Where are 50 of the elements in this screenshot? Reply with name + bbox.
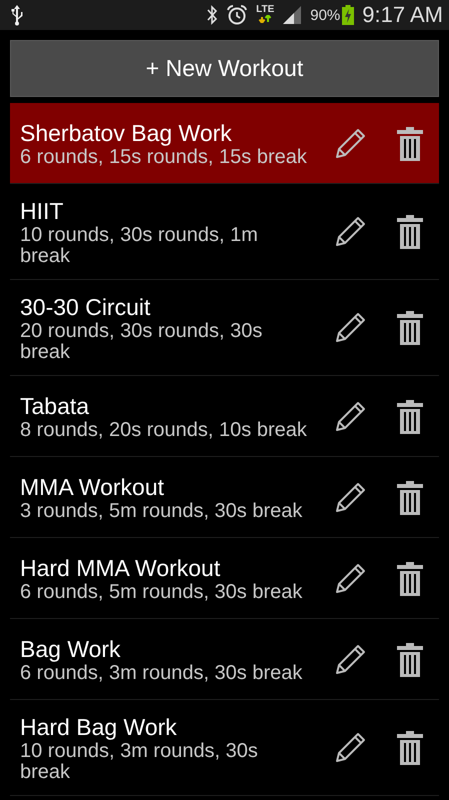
workout-row[interactable]: Bag Work 6 rounds, 3m rounds, 30s break [10,619,439,700]
trash-icon[interactable] [397,480,423,514]
battery-charging-icon [342,5,354,25]
workout-summary: 8 rounds, 20s rounds, 10s break [20,420,308,441]
workout-name: Tabata [20,392,90,420]
workout-name: Bag Work [20,635,122,663]
workout-row[interactable]: Sherbatov Bag Work 6 rounds, 15s rounds, 15s break [10,103,439,184]
data-arrows-icon [258,15,272,23]
bluetooth-icon [206,5,218,25]
edit-pencil-icon[interactable] [333,215,367,249]
workout-summary: 6 rounds, 5m rounds, 30s break [20,582,304,603]
trash-icon[interactable] [397,562,423,596]
battery-percent: 90% [310,6,340,24]
edit-pencil-icon[interactable] [333,731,367,765]
workout-summary: 3 rounds, 5m rounds, 30s break [20,501,304,522]
trash-icon[interactable] [397,215,423,249]
trash-icon[interactable] [397,400,423,434]
workout-name: Hard MMA Workout [20,554,222,582]
workout-row[interactable]: Hard Bag Work 10 rounds, 3m rounds, 30s break [10,700,439,796]
signal-icon [282,5,302,25]
edit-pencil-icon[interactable] [333,126,367,160]
workout-row[interactable]: 30-30 Circuit 20 rounds, 30s rounds, 30s break [10,280,439,376]
workout-row[interactable]: HIIT 10 rounds, 30s rounds, 1m break [10,184,439,280]
workout-summary: 6 rounds, 3m rounds, 30s break [20,663,304,684]
workout-summary: 6 rounds, 15s rounds, 15s break [20,147,308,168]
workout-summary: 10 rounds, 30s rounds, 1m break [20,225,259,267]
workout-name: Sherbatov Bag Work [20,119,233,147]
trash-icon[interactable] [397,642,423,676]
workout-name: MMA Workout [20,473,165,501]
edit-pencil-icon[interactable] [333,311,367,345]
clock-time: 9:17 AM [362,2,443,28]
alarm-clock-icon [226,4,248,26]
trash-icon[interactable] [397,731,423,765]
workout-row[interactable]: Hard MMA Workout 6 rounds, 5m rounds, 30s break [10,538,439,619]
edit-pencil-icon[interactable] [333,642,367,676]
workout-row[interactable]: MMA Workout 3 rounds, 5m rounds, 30s break [10,457,439,538]
workout-name: 30-30 Circuit [20,293,152,321]
network-type: LTE [256,5,274,15]
workout-name: Hard Bag Work [20,713,178,741]
workout-name: HIIT [20,197,64,225]
new-workout-button[interactable]: + New Workout [10,40,439,97]
trash-icon[interactable] [397,311,423,345]
trash-icon[interactable] [397,126,423,160]
edit-pencil-icon[interactable] [333,480,367,514]
workout-row[interactable]: Tabata 8 rounds, 20s rounds, 10s break [10,376,439,457]
edit-pencil-icon[interactable] [333,562,367,596]
usb-icon [10,4,24,26]
workout-summary: 10 rounds, 3m rounds, 30s break [20,741,259,783]
edit-pencil-icon[interactable] [333,400,367,434]
workout-summary: 20 rounds, 30s rounds, 30s break [20,321,264,363]
